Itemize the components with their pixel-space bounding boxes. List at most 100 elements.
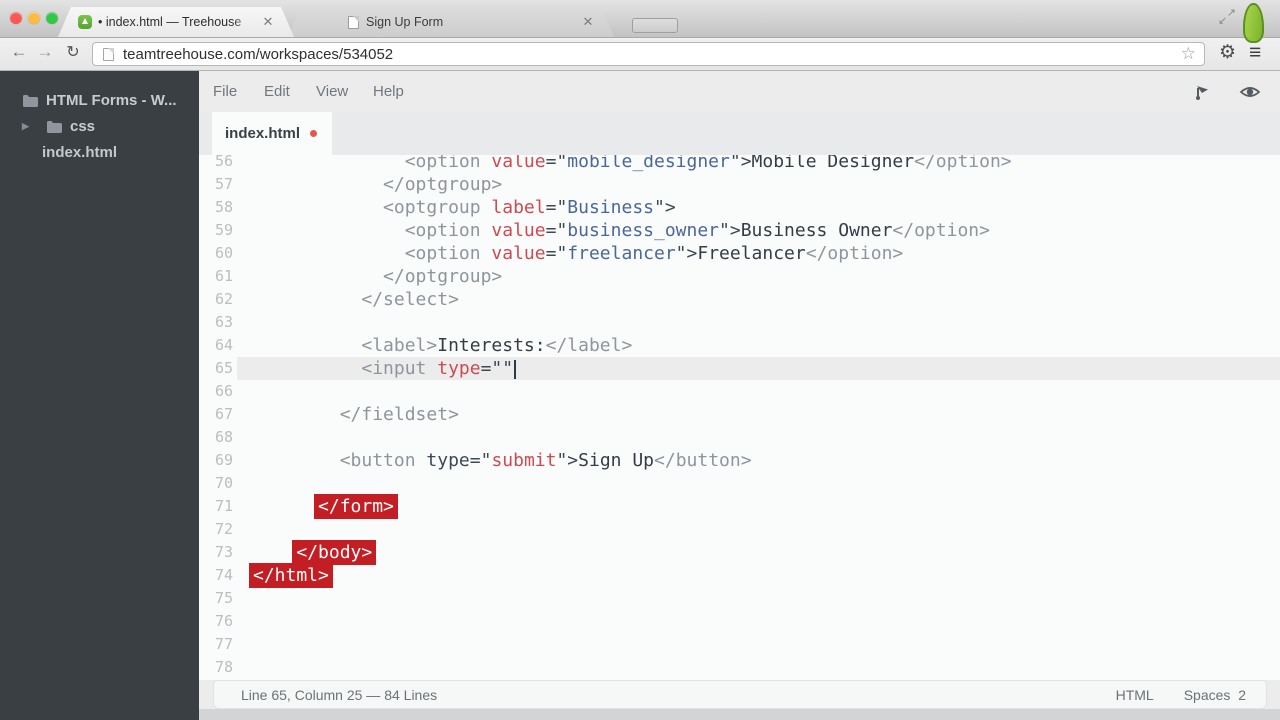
editor-menubar: File Edit View Help [199,71,1280,112]
code-line-78[interactable]: 78 [199,656,1280,679]
indent-label: Spaces [1184,687,1231,703]
browser-tab-inactive[interactable]: Sign Up Form ✕ [288,7,614,37]
line-content: <option value="mobile_designer">Mobile D… [253,155,1012,173]
tab-close-icon[interactable]: ✕ [260,14,276,30]
treehouse-mascot-icon [1243,3,1264,43]
code-line-62[interactable]: 62 </select> [199,288,1280,311]
code-line-60[interactable]: 60 <option value="freelancer">Freelancer… [199,242,1280,265]
indentation-button[interactable]: Spaces 2 [1184,687,1246,703]
editor-status-bar: Line 65, Column 25 — 84 Lines HTML Space… [213,680,1267,709]
line-number: 66 [199,380,233,403]
file-tab-label: index.html [225,125,300,142]
sidebar-item-css-folder[interactable]: ▶ css [0,114,199,138]
code-line-77[interactable]: 77 [199,633,1280,656]
line-number: 74 [199,564,233,587]
browser-tab-active[interactable]: • index.html — Treehouse ✕ [58,7,294,37]
line-number: 75 [199,587,233,610]
gear-icon[interactable]: ⚙ [1219,41,1236,64]
code-line-74[interactable]: 74</html> [199,564,1280,587]
menu-file[interactable]: File [213,83,237,100]
line-number: 73 [199,541,233,564]
file-tab-bar: index.html [199,112,1280,155]
text-cursor [514,360,516,379]
line-number: 62 [199,288,233,311]
code-line-59[interactable]: 59 <option value="business_owner">Busine… [199,219,1280,242]
line-number: 57 [199,173,233,196]
line-number: 58 [199,196,233,219]
line-content: </select> [253,288,459,311]
window-close-button[interactable] [10,12,22,24]
line-content: </body> [253,541,376,564]
hamburger-menu-icon[interactable]: ≡ [1249,41,1261,65]
sidebar-item-label: HTML Forms - W... [46,92,177,109]
page-favicon-icon [348,16,359,29]
line-number: 77 [199,633,233,656]
line-content: </optgroup> [253,265,502,288]
file-tab-index-html[interactable]: index.html [212,112,332,155]
window-minimize-button[interactable] [28,12,40,24]
browser-toolbar: ← → ↻ teamtreehouse.com/workspaces/53405… [0,38,1280,71]
code-line-73[interactable]: 73 </body> [199,541,1280,564]
page-icon [103,48,114,61]
fork-icon[interactable] [1193,82,1213,102]
url-text[interactable]: teamtreehouse.com/workspaces/534052 [123,46,1181,63]
line-number: 78 [199,656,233,679]
code-line-71[interactable]: 71 </form> [199,495,1280,518]
address-bar[interactable]: teamtreehouse.com/workspaces/534052 ☆ [92,42,1205,66]
file-sidebar: HTML Forms - W... ▶ css index.html [0,71,199,720]
preview-eye-icon[interactable] [1239,82,1259,102]
line-number: 65 [199,357,233,380]
tab-title: Sign Up Form [366,15,576,29]
unsaved-changes-dot [310,130,317,137]
line-number: 63 [199,311,233,334]
menu-help[interactable]: Help [373,83,404,100]
cursor-position-status: Line 65, Column 25 — 84 Lines [241,687,1116,703]
code-line-58[interactable]: 58 <optgroup label="Business"> [199,196,1280,219]
language-mode-button[interactable]: HTML [1116,687,1154,703]
bottom-strip [199,709,1280,720]
code-line-57[interactable]: 57 </optgroup> [199,173,1280,196]
code-line-56[interactable]: 56 <option value="mobile_designer">Mobil… [199,155,1280,173]
line-number: 71 [199,495,233,518]
menu-edit[interactable]: Edit [264,83,290,100]
line-number: 60 [199,242,233,265]
code-line-67[interactable]: 67 </fieldset> [199,403,1280,426]
sidebar-item-project-root[interactable]: HTML Forms - W... [0,88,199,112]
code-line-64[interactable]: 64 <label>Interests:</label> [199,334,1280,357]
line-content: <option value="freelancer">Freelancer</o… [253,242,903,265]
code-line-70[interactable]: 70 [199,472,1280,495]
sidebar-item-label: css [70,118,95,135]
chevron-right-icon[interactable]: ▶ [22,121,32,132]
line-content: <optgroup label="Business"> [253,196,676,219]
tab-close-icon[interactable]: ✕ [580,14,596,30]
line-number: 69 [199,449,233,472]
code-line-75[interactable]: 75 [199,587,1280,610]
forward-button[interactable]: → [34,42,56,62]
code-line-66[interactable]: 66 [199,380,1280,403]
code-area[interactable]: 56 <option value="mobile_designer">Mobil… [199,155,1280,680]
line-content: <label>Interests:</label> [253,334,632,357]
fullscreen-expand-icon[interactable]: ↗↙ [1218,8,1236,26]
reload-button[interactable]: ↻ [62,42,84,62]
treehouse-favicon-icon [78,15,92,29]
code-line-63[interactable]: 63 [199,311,1280,334]
code-line-61[interactable]: 61 </optgroup> [199,265,1280,288]
code-line-68[interactable]: 68 [199,426,1280,449]
back-button[interactable]: ← [8,42,30,62]
code-line-65[interactable]: 65 <input type="" [199,357,1280,380]
tab-title: • index.html — Treehouse [98,15,256,29]
indent-value: 2 [1238,687,1246,703]
bookmark-star-icon[interactable]: ☆ [1181,44,1196,64]
window-zoom-button[interactable] [46,12,58,24]
code-line-69[interactable]: 69 <button type="submit">Sign Up</button… [199,449,1280,472]
browser-title-bar: • index.html — Treehouse ✕ Sign Up Form … [0,0,1280,38]
code-line-76[interactable]: 76 [199,610,1280,633]
folder-icon [22,94,38,107]
line-number: 59 [199,219,233,242]
line-number: 67 [199,403,233,426]
sidebar-item-index-html[interactable]: index.html [0,140,199,164]
new-tab-button[interactable] [632,18,678,33]
code-line-72[interactable]: 72 [199,518,1280,541]
line-number: 72 [199,518,233,541]
menu-view[interactable]: View [316,83,348,100]
